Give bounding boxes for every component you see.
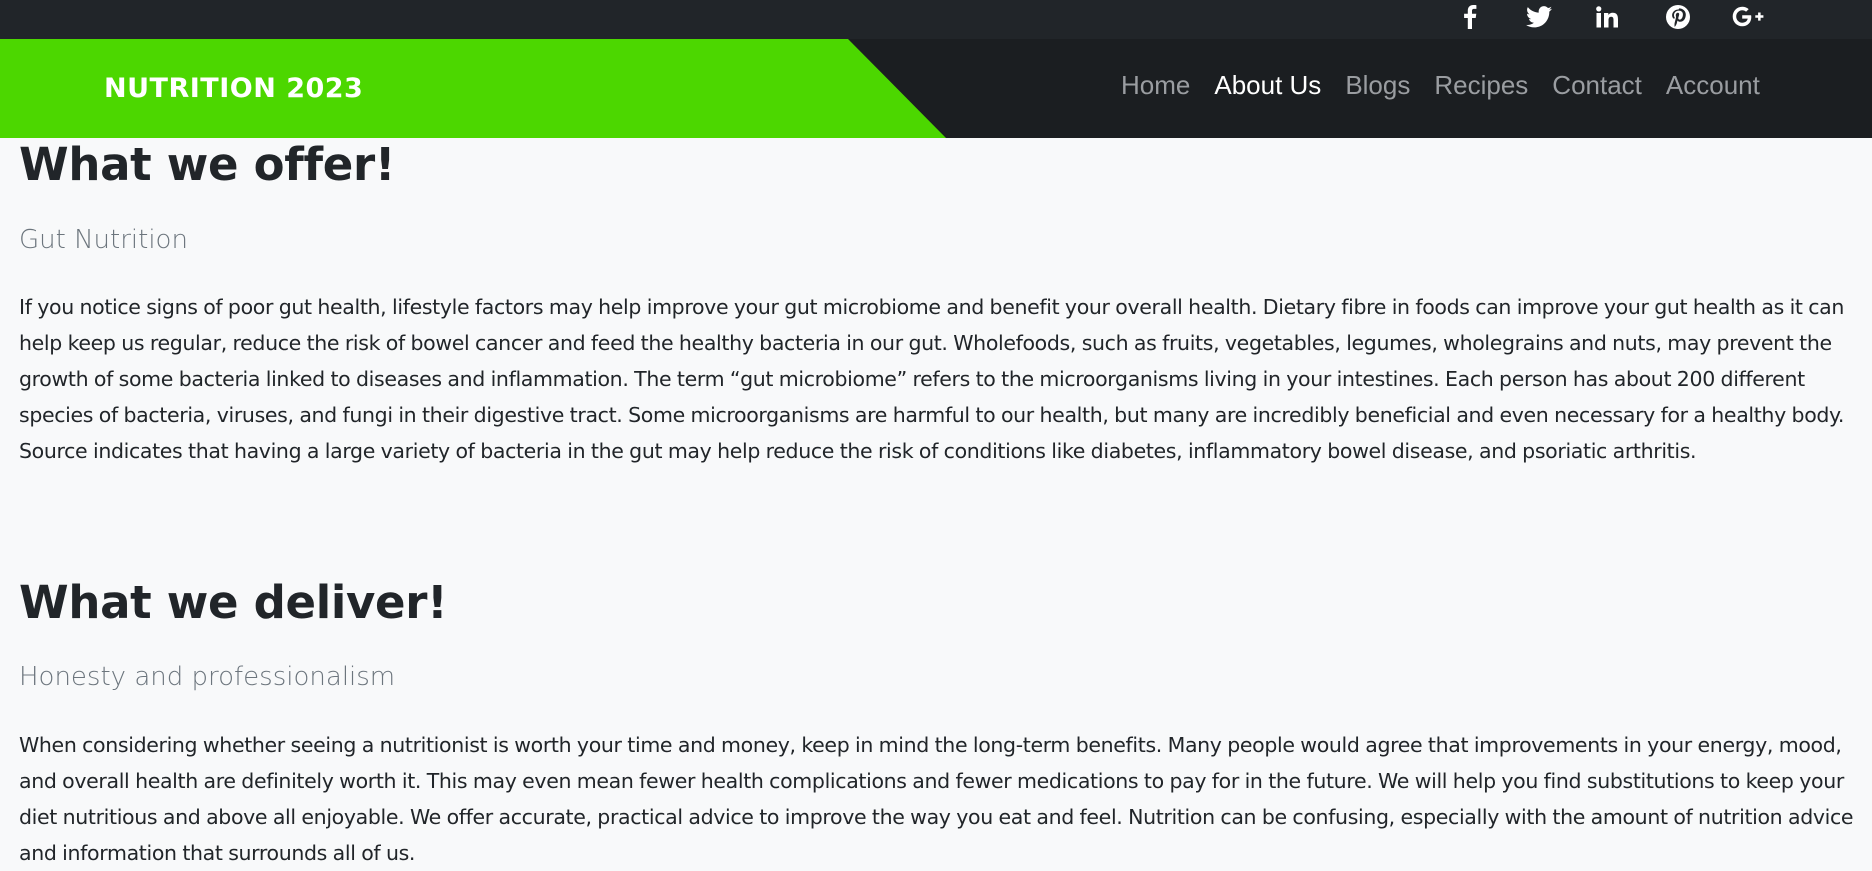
section-subtitle-offer: Gut Nutrition [19,225,188,255]
social-bar [0,0,1872,39]
section-body-offer: If you notice signs of poor gut health, … [19,295,1845,463]
google-plus-icon[interactable] [1730,0,1766,34]
section-body-deliver: When considering whether seeing a nutrit… [19,733,1854,865]
facebook-icon[interactable] [1458,0,1482,34]
nav-home[interactable]: Home [1121,70,1190,101]
site-logo[interactable]: NUTRITION 2023 [104,73,363,104]
nav-menu: Home About Us Blogs Recipes Contact Acco… [1121,70,1760,101]
nav-blogs[interactable]: Blogs [1345,70,1410,101]
linkedin-icon[interactable] [1594,0,1620,34]
section-title-offer: What we offer! [19,138,396,191]
section-title-deliver: What we deliver! [19,576,448,629]
nav-about-us[interactable]: About Us [1214,70,1321,101]
main-navbar: NUTRITION 2023 Home About Us Blogs Recip… [0,39,1872,138]
twitter-icon[interactable] [1524,0,1554,34]
nav-account[interactable]: Account [1666,70,1760,101]
pinterest-icon[interactable] [1664,0,1692,34]
nav-recipes[interactable]: Recipes [1434,70,1528,101]
nav-contact[interactable]: Contact [1552,70,1642,101]
section-subtitle-deliver: Honesty and professionalism [19,662,396,692]
